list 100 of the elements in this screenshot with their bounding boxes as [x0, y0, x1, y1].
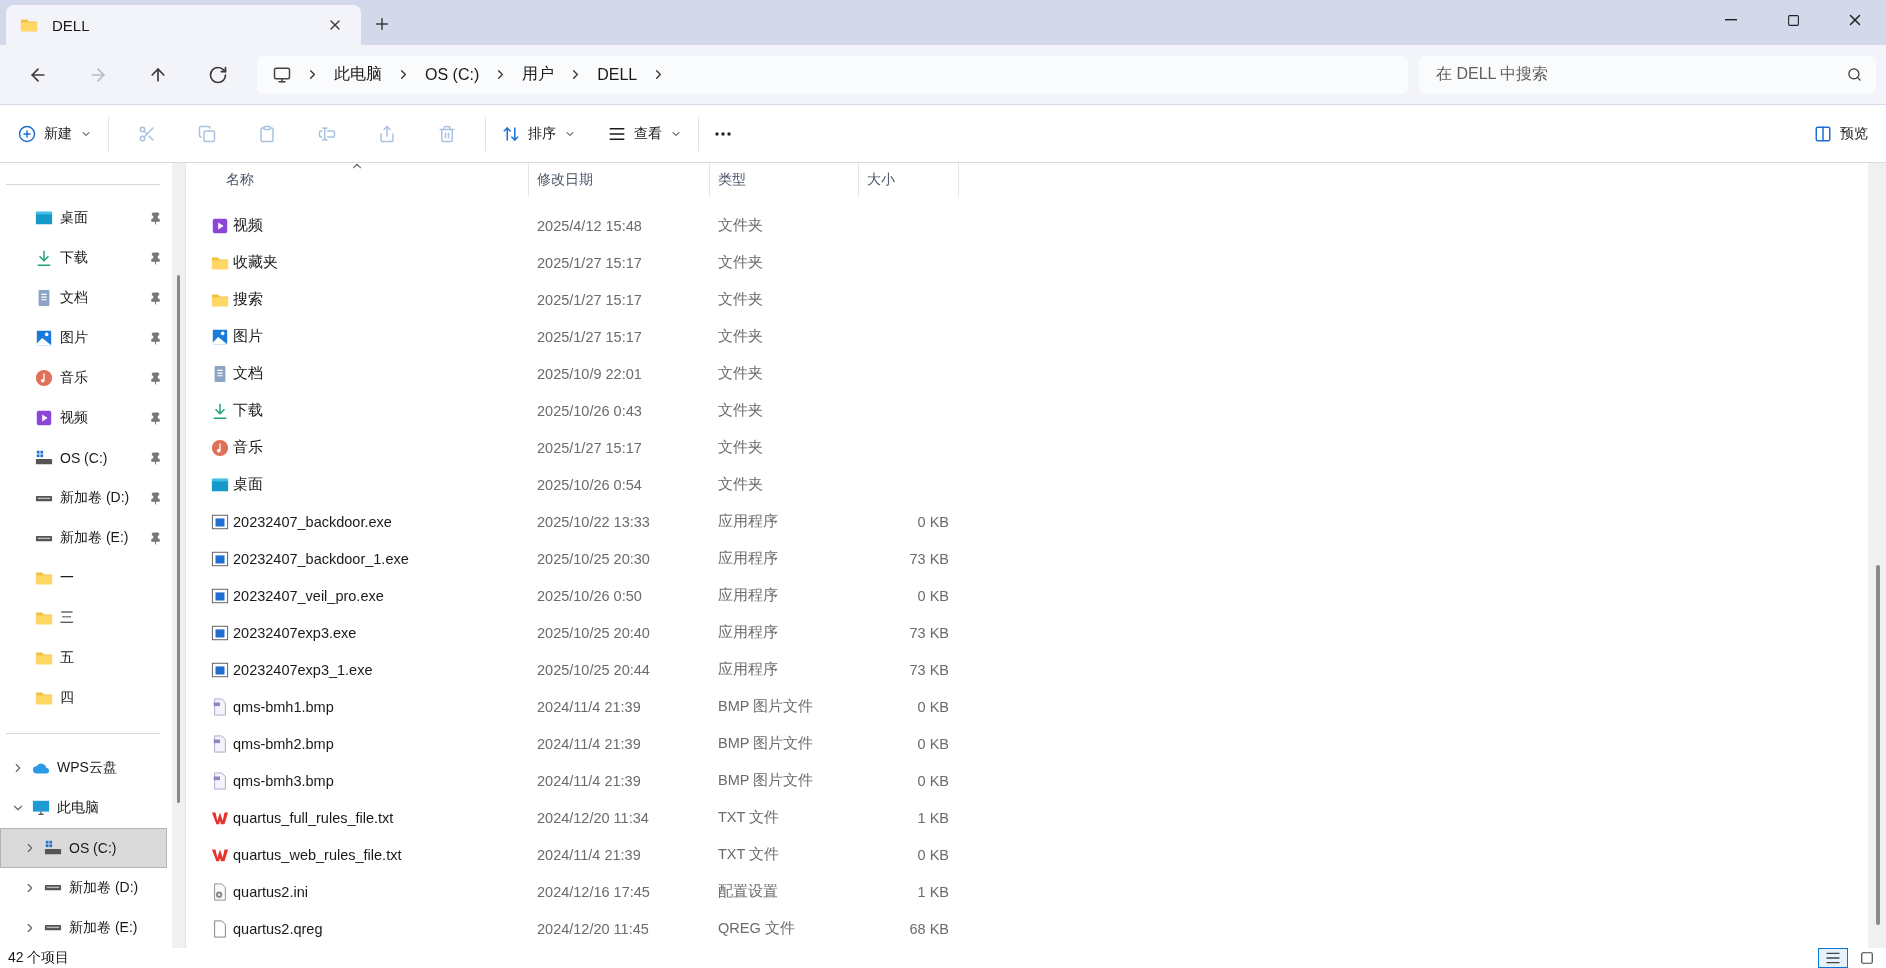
- sidebar-item[interactable]: OS (C:): [0, 438, 167, 479]
- breadcrumb[interactable]: 此电脑: [334, 64, 382, 85]
- pin-icon: [149, 451, 162, 465]
- type-cell-text: BMP 图片文件: [717, 771, 815, 790]
- scrollbar-thumb[interactable]: [1876, 565, 1880, 925]
- application-icon: [211, 586, 229, 605]
- breadcrumb[interactable]: 用户: [522, 64, 555, 85]
- file-name[interactable]: 20232407_veil_pro.exe: [233, 587, 384, 604]
- sidebar-item[interactable]: 新加卷 (E:): [0, 908, 167, 948]
- type-cell-text: 文件夹: [717, 475, 764, 494]
- file-name[interactable]: quartus_full_rules_file.txt: [233, 809, 394, 826]
- drive-icon: [35, 494, 53, 502]
- sidebar-item[interactable]: 五: [0, 638, 167, 679]
- file-name[interactable]: 图片: [233, 327, 263, 346]
- preview-button[interactable]: 预览: [1806, 114, 1876, 153]
- file-name[interactable]: qms-bmh1.bmp: [233, 698, 334, 715]
- size-cell-text: 0 KB: [917, 772, 950, 789]
- size-cell-text: 1 KB: [917, 883, 950, 900]
- image-file-icon: [211, 697, 229, 716]
- breadcrumb[interactable]: OS (C:): [425, 65, 480, 84]
- sidebar-item[interactable]: 新加卷 (D:): [0, 478, 167, 519]
- type-cell-text: TXT 文件: [717, 845, 781, 864]
- details-view-button[interactable]: [1818, 948, 1848, 968]
- pin-icon: [149, 291, 162, 305]
- type-cell-text: BMP 图片文件: [717, 697, 815, 716]
- sidebar-item[interactable]: 视频: [0, 398, 167, 439]
- type-cell-text: 应用程序: [717, 623, 779, 642]
- sidebar-item[interactable]: 下载: [0, 238, 167, 279]
- file-name[interactable]: 搜索: [233, 290, 263, 309]
- sidebar-item[interactable]: 此电脑: [0, 788, 167, 828]
- sidebar-item[interactable]: 桌面: [0, 198, 167, 239]
- application-icon: [211, 660, 229, 679]
- minimize-icon: [1725, 19, 1737, 21]
- sidebar-item[interactable]: 三: [0, 598, 167, 639]
- file-name[interactable]: qms-bmh2.bmp: [233, 735, 334, 752]
- file-name[interactable]: 20232407_backdoor.exe: [233, 513, 392, 530]
- sidebar-item[interactable]: 图片: [0, 318, 167, 359]
- size-cell-text: 68 KB: [909, 920, 950, 937]
- search-icon: [1847, 67, 1862, 82]
- sidebar-item[interactable]: WPS云盘: [0, 748, 167, 788]
- sidebar-item[interactable]: 新加卷 (D:): [0, 868, 167, 908]
- file-name[interactable]: 音乐: [233, 438, 263, 457]
- settings-file-icon: [211, 882, 229, 901]
- file-name[interactable]: 20232407_backdoor_1.exe: [233, 550, 409, 567]
- size-cell-text: 73 KB: [909, 624, 950, 641]
- type-cell-text: 文件夹: [717, 216, 764, 235]
- window-tab[interactable]: DELL: [6, 5, 361, 45]
- tiles-icon: [1860, 951, 1874, 965]
- sidebar-item[interactable]: 新加卷 (E:): [0, 518, 167, 559]
- address-bar[interactable]: 此电脑 OS (C:) 用户 DELL: [257, 55, 1408, 94]
- type-cell-text: 文件夹: [717, 438, 764, 457]
- date-cell-text: 2025/1/27 15:17: [536, 291, 643, 308]
- sidebar-item[interactable]: 四: [0, 678, 167, 719]
- type-cell-text: 文件夹: [717, 290, 764, 309]
- sidebar-item[interactable]: 一: [0, 558, 167, 599]
- file-name[interactable]: quartus2.qreg: [233, 920, 323, 937]
- date-cell-text: 2024/11/4 21:39: [536, 846, 642, 863]
- file-name[interactable]: quartus2.ini: [233, 883, 308, 900]
- date-cell-text: 2025/1/27 15:17: [536, 254, 643, 271]
- search-field[interactable]: 在 DELL 中搜索: [1419, 55, 1876, 94]
- date-cell-text: 2025/10/26 0:43: [536, 402, 643, 419]
- file-name[interactable]: 视频: [233, 216, 263, 235]
- date-cell-text: 2024/11/4 21:39: [536, 772, 642, 789]
- size-cell-text: 0 KB: [917, 698, 950, 715]
- maximize-icon: [1786, 13, 1800, 27]
- column-header[interactable]: 名称: [186, 163, 529, 197]
- new-button[interactable]: 新建: [10, 114, 100, 153]
- type-cell-text: 文件夹: [717, 401, 764, 420]
- column-header[interactable]: 类型: [710, 163, 859, 197]
- date-cell-text: 2024/11/4 21:39: [536, 735, 642, 752]
- music-icon: [211, 438, 229, 457]
- sidebar-item[interactable]: OS (C:): [0, 828, 167, 868]
- sort-button[interactable]: 排序: [494, 114, 584, 153]
- file-name[interactable]: quartus_web_rules_file.txt: [233, 846, 402, 863]
- view-button[interactable]: 查看: [600, 114, 690, 153]
- column-header[interactable]: 大小: [859, 163, 959, 197]
- type-cell-text: TXT 文件: [717, 808, 781, 827]
- music-icon: [35, 369, 53, 388]
- type-cell-text: QREG 文件: [717, 919, 796, 938]
- date-cell-text: 2025/10/26 0:50: [536, 587, 643, 604]
- pin-icon: [149, 331, 162, 345]
- file-name[interactable]: 桌面: [233, 475, 263, 494]
- breadcrumb[interactable]: DELL: [597, 65, 638, 84]
- sidebar-item[interactable]: 文档: [0, 278, 167, 319]
- image-file-icon: [211, 734, 229, 753]
- file-name[interactable]: 文档: [233, 364, 263, 383]
- drive-icon: [35, 534, 53, 542]
- file-name[interactable]: qms-bmh3.bmp: [233, 772, 334, 789]
- file-name[interactable]: 收藏夹: [233, 253, 278, 272]
- column-header[interactable]: 修改日期: [529, 163, 710, 197]
- scrollbar-thumb[interactable]: [177, 275, 180, 803]
- application-icon: [211, 549, 229, 568]
- size-cell-text: 0 KB: [917, 587, 950, 604]
- pin-icon: [149, 371, 162, 385]
- file-name[interactable]: 20232407exp3.exe: [233, 624, 357, 641]
- file-name[interactable]: 下载: [233, 401, 263, 420]
- file-name[interactable]: 20232407exp3_1.exe: [233, 661, 373, 678]
- sidebar-item[interactable]: 音乐: [0, 358, 167, 399]
- size-cell-text: 1 KB: [917, 809, 950, 826]
- picture-icon: [35, 329, 53, 348]
